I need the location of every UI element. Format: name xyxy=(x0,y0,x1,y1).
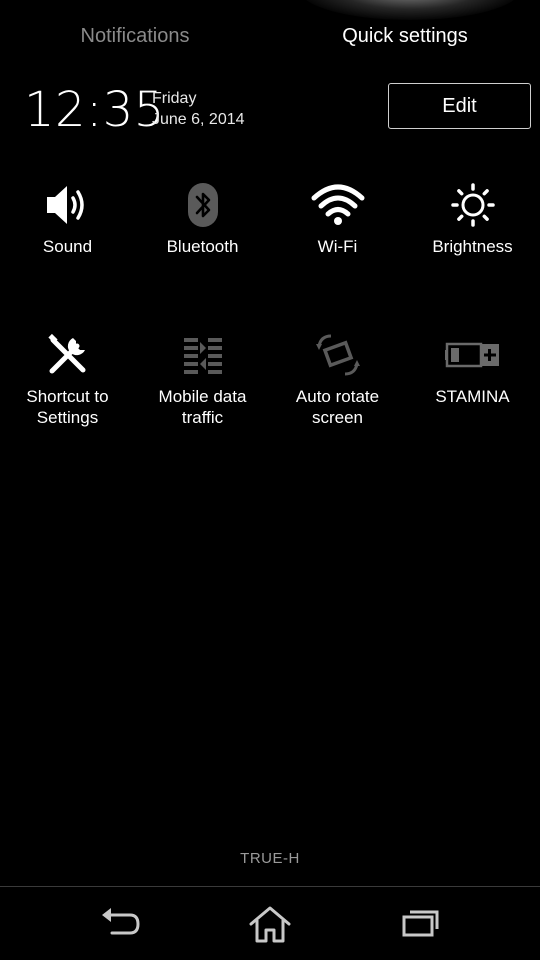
bluetooth-icon xyxy=(135,180,270,230)
recent-apps-icon xyxy=(402,910,439,937)
tile-label: Wi-Fi xyxy=(317,237,358,256)
battery-icon xyxy=(405,330,540,380)
data-traffic-icon xyxy=(135,330,270,380)
tile-label: Bluetooth xyxy=(166,237,239,256)
brightness-icon xyxy=(405,180,540,230)
tile-stamina[interactable]: STAMINA xyxy=(405,330,540,450)
date-block: Friday June 6, 2014 xyxy=(152,88,245,130)
tile-label: Auto rotate screen xyxy=(295,387,380,427)
speaker-icon xyxy=(0,180,135,230)
tools-icon xyxy=(0,330,135,380)
clock-row: 12:35 Friday June 6, 2014 Edit xyxy=(0,78,540,142)
tile-label: Sound xyxy=(42,237,93,256)
navigation-bar xyxy=(0,887,540,960)
clock-day: Friday xyxy=(152,90,197,107)
tile-label: Brightness xyxy=(432,237,513,256)
tile-auto-rotate[interactable]: Auto rotate screen xyxy=(270,330,405,450)
rotate-icon xyxy=(270,330,405,380)
tile-wifi[interactable]: Wi-Fi xyxy=(270,180,405,300)
edit-button[interactable]: Edit xyxy=(388,83,531,129)
tile-bluetooth[interactable]: Bluetooth xyxy=(135,180,270,300)
tile-sound[interactable]: Sound xyxy=(0,180,135,300)
carrier-name: TRUE-H xyxy=(240,850,300,867)
back-icon xyxy=(102,908,140,935)
tile-label: STAMINA xyxy=(435,387,510,406)
tile-label: Mobile data traffic xyxy=(158,387,247,427)
clock-date: June 6, 2014 xyxy=(152,111,245,128)
wifi-icon xyxy=(270,180,405,230)
recent-apps-button[interactable] xyxy=(330,887,510,960)
tile-label: Shortcut to Settings xyxy=(26,387,109,427)
home-icon xyxy=(249,906,291,943)
panel-tabs: Notifications Quick settings xyxy=(0,0,540,72)
tile-mobile-data[interactable]: Mobile data traffic xyxy=(135,330,270,450)
tile-brightness[interactable]: Brightness xyxy=(405,180,540,300)
tab-notifications[interactable]: Notifications xyxy=(0,0,270,72)
tab-quick-settings[interactable]: Quick settings xyxy=(270,0,540,72)
clock-time: 12:35 xyxy=(24,82,165,138)
tile-shortcut-settings[interactable]: Shortcut to Settings xyxy=(0,330,135,450)
